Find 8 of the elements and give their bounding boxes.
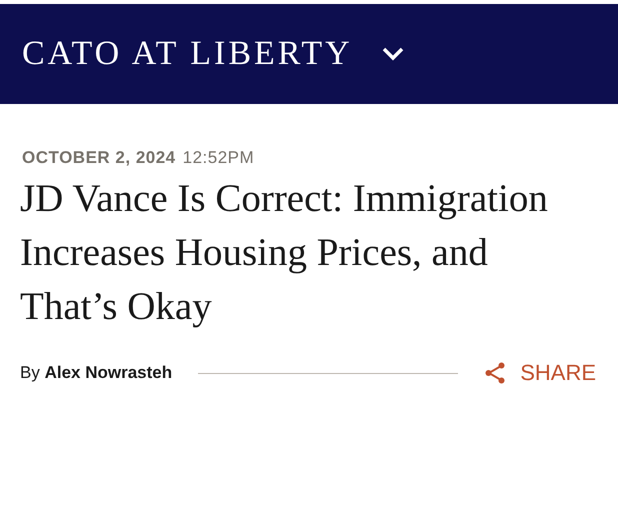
article-date: OCTOBER 2, 2024 [22,148,176,168]
chevron-down-icon[interactable] [380,46,405,62]
article-time: 12:52PM [182,148,254,168]
author-byline: By Alex Nowrasteh [20,363,172,383]
share-button[interactable]: SHARE [484,360,596,386]
article-headline: JD Vance Is Correct: Immigration Increases Housing Prices, and That’s Okay [20,176,549,330]
site-title[interactable]: CATO AT LIBERTY [22,35,353,73]
share-icon [484,362,506,384]
